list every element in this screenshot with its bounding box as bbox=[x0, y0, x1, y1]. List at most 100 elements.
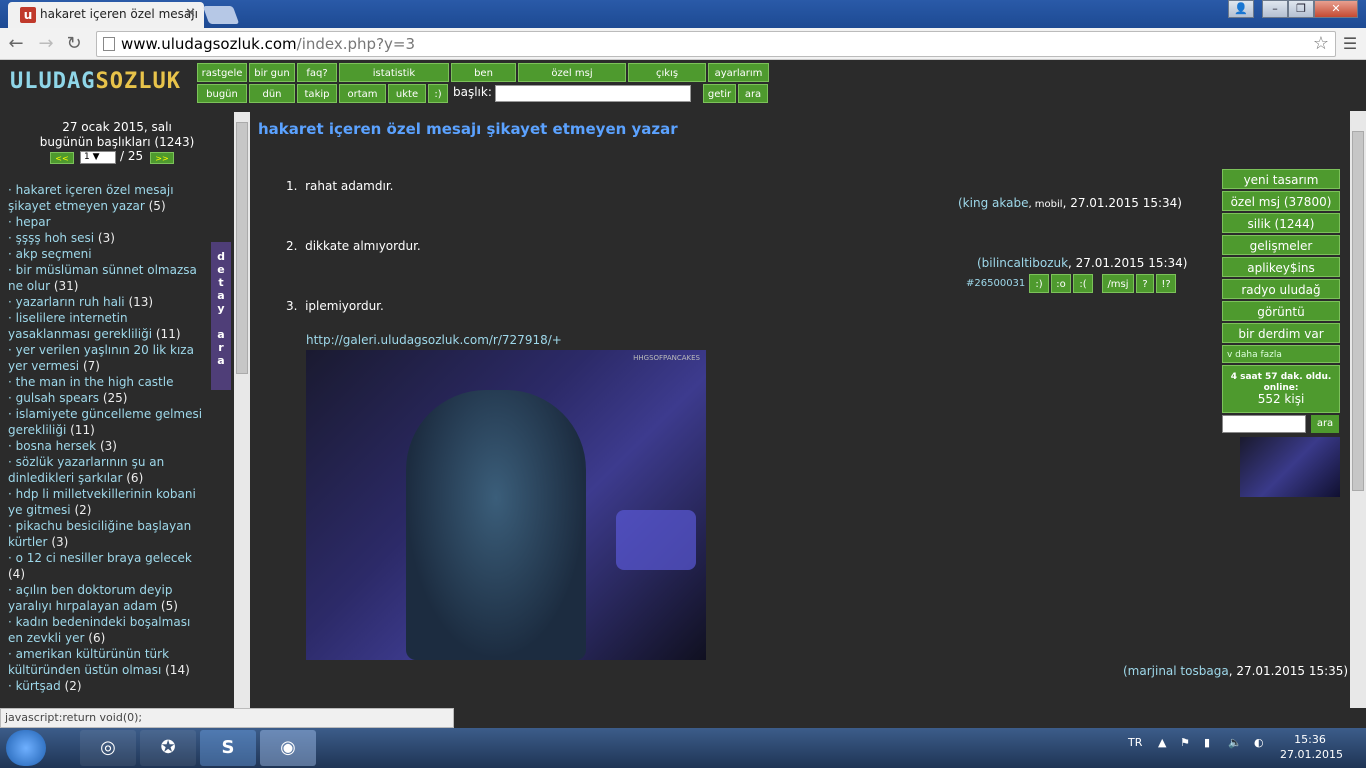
next-page-button[interactable]: >> bbox=[150, 152, 174, 164]
detail-search-tab[interactable]: detayara bbox=[211, 242, 231, 390]
title-list-item[interactable]: · gulsah spears (25) bbox=[8, 390, 208, 406]
title-list-item[interactable]: · amerikan kültürünün türk kültüründen ü… bbox=[8, 646, 208, 678]
author-name[interactable]: (marjinal tosbaga bbox=[1123, 664, 1229, 678]
title-list-item[interactable]: · açılın ben doktorum deyip yaralıyı hır… bbox=[8, 582, 208, 614]
tab-close-icon[interactable]: ✕ bbox=[185, 2, 196, 26]
system-clock[interactable]: 15:36 27.01.2015 bbox=[1280, 732, 1343, 762]
title-list-item[interactable]: · akp seçmeni bbox=[8, 246, 208, 262]
gallery-link[interactable]: http://galeri.uludagsozluk.com/r/727918/… bbox=[306, 333, 562, 347]
volume-icon[interactable]: 🔈 bbox=[1228, 736, 1242, 749]
tray-arrow-icon[interactable]: ▲ bbox=[1158, 736, 1166, 749]
question-button[interactable]: ? bbox=[1136, 274, 1154, 293]
nav2-2-button[interactable]: takip bbox=[297, 84, 337, 103]
title-list-item[interactable]: · the man in the high castle bbox=[8, 374, 208, 390]
title-list-item[interactable]: · islamiyete güncelleme gelmesi gereklil… bbox=[8, 406, 208, 438]
left-scrollbar[interactable] bbox=[234, 112, 250, 708]
nav-2-button[interactable]: faq? bbox=[297, 63, 337, 82]
new-tab-button[interactable] bbox=[202, 6, 240, 24]
network-flag-icon[interactable]: ⚑ bbox=[1180, 736, 1190, 749]
site-logo[interactable]: ULUDAGSOZLUK bbox=[10, 69, 181, 94]
author-name[interactable]: (king akabe bbox=[958, 196, 1028, 210]
title-text[interactable]: the man in the high castle bbox=[16, 375, 174, 389]
nav-1-button[interactable]: bir gun bbox=[249, 63, 295, 82]
profile-icon[interactable]: 👤 bbox=[1228, 0, 1254, 18]
close-window-button[interactable]: ✕ bbox=[1314, 0, 1358, 18]
title-list-item[interactable]: · hepar bbox=[8, 214, 208, 230]
title-list-item[interactable]: · bosna hersek (3) bbox=[8, 438, 208, 454]
prev-page-button[interactable]: << bbox=[50, 152, 74, 164]
title-text[interactable]: o 12 ci nesiller braya gelecek bbox=[16, 551, 192, 565]
nav2-5-button[interactable]: :) bbox=[428, 84, 448, 103]
title-list-item[interactable]: · şşşş hoh sesi (3) bbox=[8, 230, 208, 246]
title-text[interactable]: yazarların ruh hali bbox=[16, 295, 125, 309]
chrome-menu-icon[interactable]: ☰ bbox=[1340, 34, 1360, 53]
chrome-task-icon[interactable]: ◉ bbox=[260, 730, 316, 766]
gif-thumbnail[interactable] bbox=[1240, 437, 1340, 497]
title-list-item[interactable]: · yazarların ruh hali (13) bbox=[8, 294, 208, 310]
nav2-0-button[interactable]: bugün bbox=[197, 84, 247, 103]
app-task-icon[interactable]: ✪ bbox=[140, 730, 196, 766]
title-list-item[interactable]: · pikachu besiciliğine başlayan kürtler … bbox=[8, 518, 208, 550]
entry-1-author[interactable]: (king akabe, mobil, 27.01.2015 15:34) bbox=[958, 196, 1182, 210]
forward-icon[interactable]: → bbox=[34, 32, 58, 56]
sad-vote-button[interactable]: :( bbox=[1073, 274, 1093, 293]
search-button[interactable]: ara bbox=[738, 84, 768, 103]
title-text[interactable]: gulsah spears bbox=[16, 391, 99, 405]
smile-vote-button[interactable]: :) bbox=[1029, 274, 1049, 293]
nav-6-button[interactable]: çıkış bbox=[628, 63, 706, 82]
nav2-3-button[interactable]: ortam bbox=[339, 84, 386, 103]
title-list-item[interactable]: · hdp li milletvekillerinin kobani ye gi… bbox=[8, 486, 208, 518]
entry-3-author[interactable]: (marjinal tosbaga, 27.01.2015 15:35) bbox=[1123, 664, 1348, 678]
title-list-item[interactable]: · sözlük yazarlarının şu an dinledikleri… bbox=[8, 454, 208, 486]
start-button[interactable] bbox=[6, 730, 46, 766]
author-name[interactable]: (bilincaltibozuk bbox=[977, 256, 1068, 270]
title-list-item[interactable]: · kadın bedenindeki boşalması en zevkli … bbox=[8, 614, 208, 646]
title-list-item[interactable]: · yer verilen yaşlının 20 lik kıza yer v… bbox=[8, 342, 208, 374]
right-button-2[interactable]: silik (1244) bbox=[1222, 213, 1340, 233]
signal-icon[interactable]: ▮ bbox=[1204, 736, 1210, 749]
reload-icon[interactable]: ↻ bbox=[62, 32, 86, 56]
minimize-button[interactable]: – bbox=[1262, 0, 1288, 18]
right-button-6[interactable]: görüntü bbox=[1222, 301, 1340, 321]
back-icon[interactable]: ← bbox=[4, 32, 28, 56]
title-list-item[interactable]: · kürtşad (2) bbox=[8, 678, 208, 694]
title-text[interactable]: liselilere internetin yasaklanması gerek… bbox=[8, 311, 152, 341]
nav2-4-button[interactable]: ukte bbox=[388, 84, 426, 103]
right-button-0[interactable]: yeni tasarım bbox=[1222, 169, 1340, 189]
getir-button[interactable]: getir bbox=[703, 84, 736, 103]
title-text[interactable]: kürtşad bbox=[16, 679, 61, 693]
page-scroll-thumb[interactable] bbox=[1352, 131, 1364, 491]
title-text[interactable]: bir müslüman sünnet olmazsa ne olur bbox=[8, 263, 197, 293]
language-indicator[interactable]: TR bbox=[1128, 736, 1142, 749]
surprise-vote-button[interactable]: :o bbox=[1051, 274, 1071, 293]
title-list-item[interactable]: · o 12 ci nesiller braya gelecek (4) bbox=[8, 550, 208, 582]
bookmark-star-icon[interactable]: ☆ bbox=[1313, 32, 1329, 56]
title-text[interactable]: yer verilen yaşlının 20 lik kıza yer ver… bbox=[8, 343, 194, 373]
nav-0-button[interactable]: rastgele bbox=[197, 63, 247, 82]
address-bar[interactable]: www.uludagsozluk.com/index.php?y=3 ☆ bbox=[96, 31, 1336, 57]
right-button-5[interactable]: radyo uludağ bbox=[1222, 279, 1340, 299]
title-list-item[interactable]: · hakaret içeren özel mesajı şikayet etm… bbox=[8, 182, 208, 214]
title-text[interactable]: pikachu besiciliğine başlayan kürtler bbox=[8, 519, 191, 549]
skype-task-icon[interactable]: S bbox=[200, 730, 256, 766]
title-text[interactable]: açılın ben doktorum deyip yaralıyı hırpa… bbox=[8, 583, 172, 613]
right-search-button[interactable]: ara bbox=[1311, 415, 1339, 433]
title-text[interactable]: şşşş hoh sesi bbox=[16, 231, 94, 245]
title-text[interactable]: akp seçmeni bbox=[16, 247, 92, 261]
page-scrollbar[interactable] bbox=[1350, 111, 1366, 708]
maximize-button[interactable]: ❐ bbox=[1288, 0, 1314, 18]
nav-4-button[interactable]: ben bbox=[451, 63, 516, 82]
nav-7-button[interactable]: ayarlarım bbox=[708, 63, 769, 82]
ccleaner-task-icon[interactable]: ◎ bbox=[80, 730, 136, 766]
topic-title[interactable]: hakaret içeren özel mesajı şikayet etmey… bbox=[258, 120, 678, 138]
title-text[interactable]: hdp li milletvekillerinin kobani ye gitm… bbox=[8, 487, 196, 517]
tray-app-icon[interactable]: ◐ bbox=[1254, 736, 1264, 749]
title-text[interactable]: hepar bbox=[16, 215, 51, 229]
right-button-1[interactable]: özel msj (37800) bbox=[1222, 191, 1340, 211]
right-button-3[interactable]: gelişmeler bbox=[1222, 235, 1340, 255]
entry-id[interactable]: #26500031 bbox=[966, 278, 1025, 289]
right-button-4[interactable]: aplikey$ins bbox=[1222, 257, 1340, 277]
title-list-item[interactable]: · bir müslüman sünnet olmazsa ne olur (3… bbox=[8, 262, 208, 294]
title-text[interactable]: bosna hersek bbox=[16, 439, 97, 453]
more-link[interactable]: v daha fazla bbox=[1222, 345, 1340, 363]
